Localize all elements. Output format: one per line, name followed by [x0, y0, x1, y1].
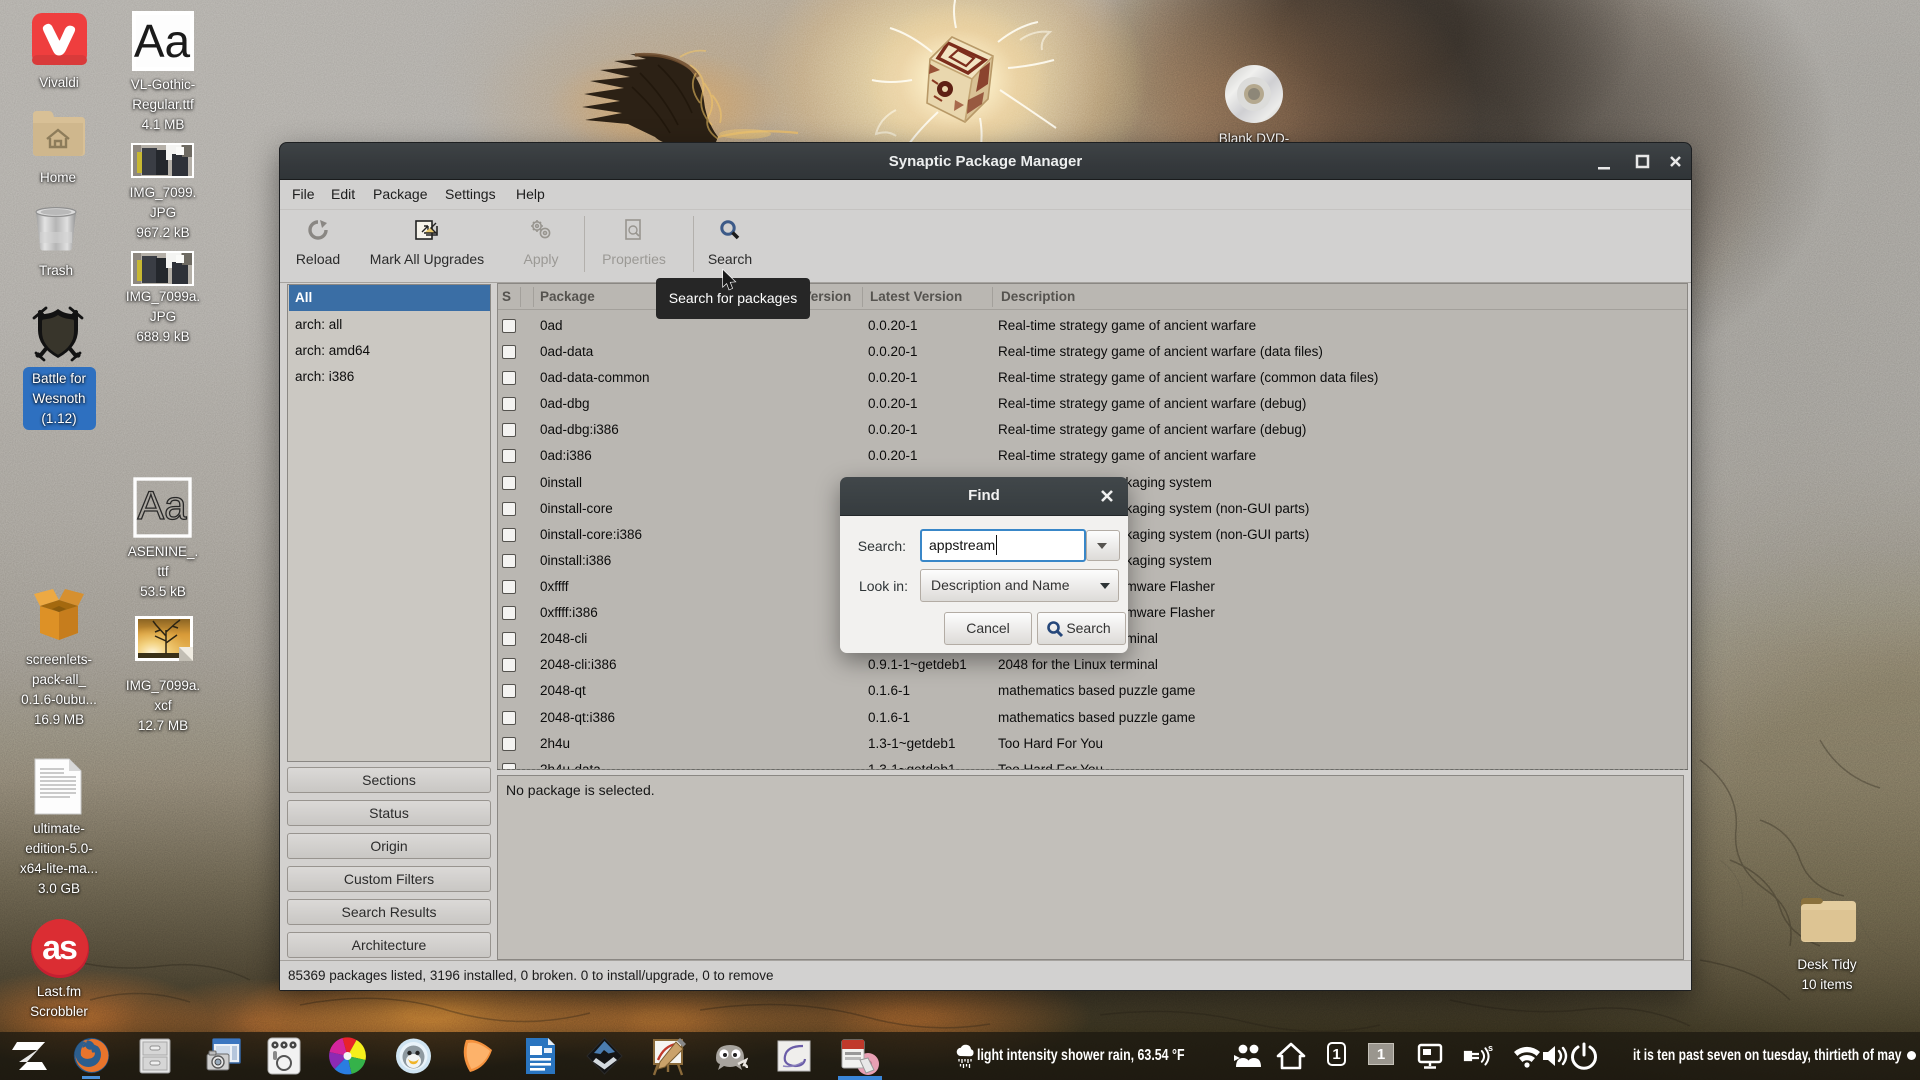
svg-text:as: as	[42, 929, 77, 967]
svg-text:Aa: Aa	[134, 15, 191, 67]
svg-text:Aa: Aa	[138, 484, 188, 528]
svg-text:s: s	[1488, 1043, 1493, 1053]
